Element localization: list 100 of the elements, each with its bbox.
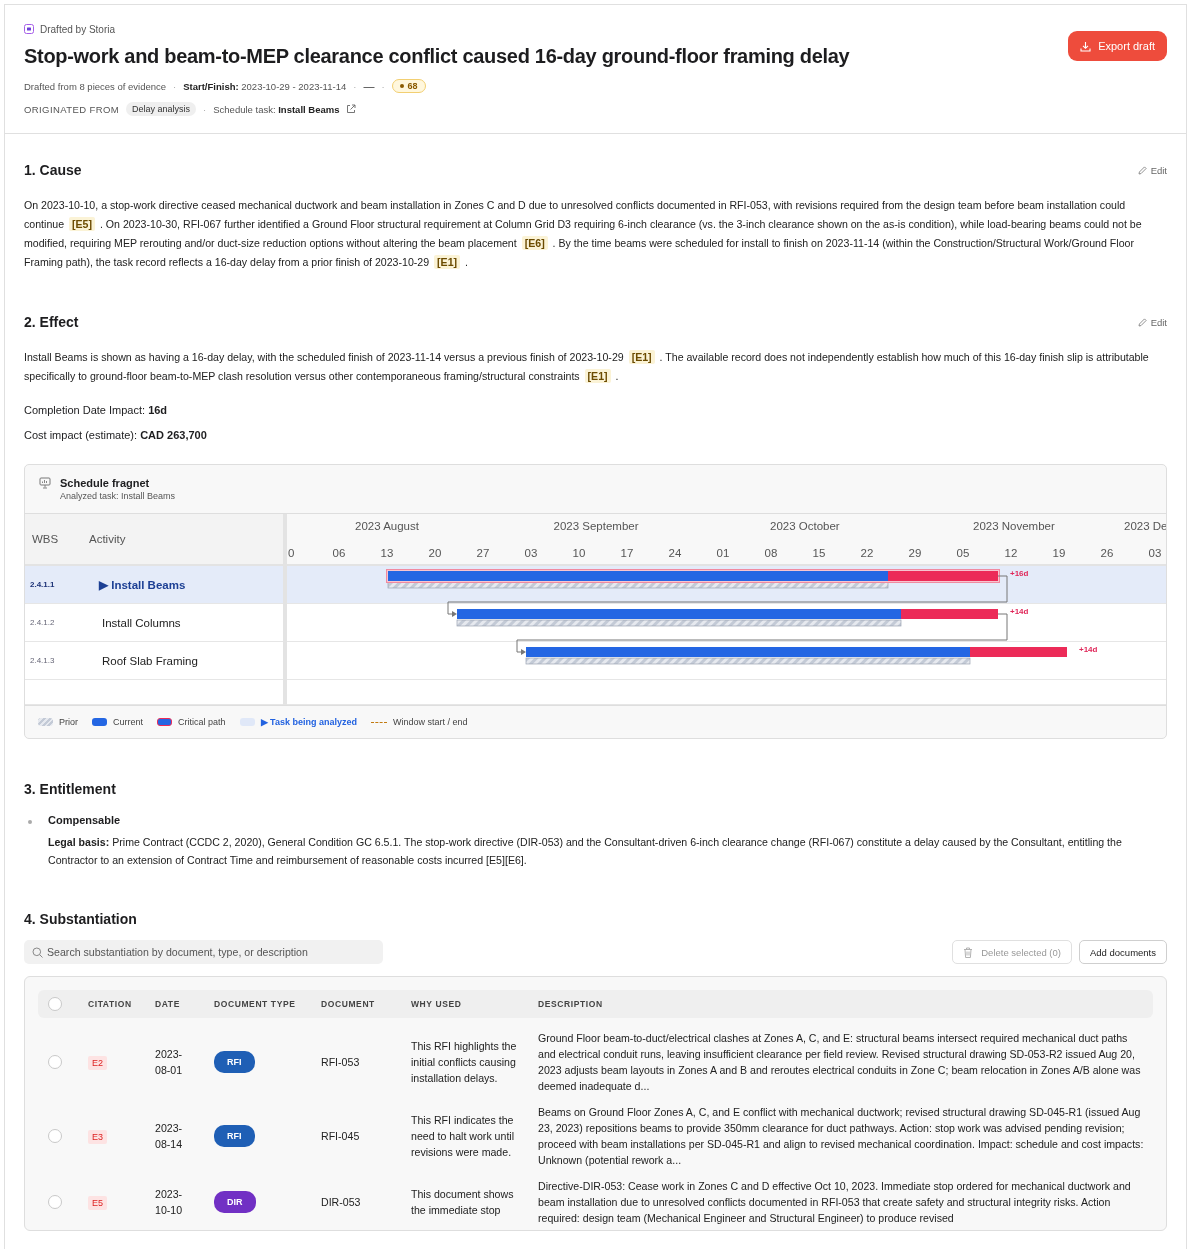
week-label: 03 bbox=[524, 547, 538, 559]
wbs-code: 2.4.1.2 bbox=[29, 618, 56, 627]
activity-name: ▶ Install Beams bbox=[99, 577, 186, 592]
separator-dot: · bbox=[203, 103, 207, 115]
week-label: 01 bbox=[716, 547, 730, 559]
paragraph: Legal basis: Prime Contract (CCDC 2, 2020), General Condition GC 6.5.1. The stop-work directive (DIR-053) and the Consultant-driven 6-inch clearance change (RFI-067) constitute a delay caused by the Consultant, entitling the Contractor to an extension of Contract Time and reimbursement of reasonable costs incurred [E5][E6]. bbox=[48, 835, 1123, 868]
week-label: 0 bbox=[288, 547, 295, 559]
bullet-dot bbox=[28, 820, 32, 824]
month-label: 2023 August bbox=[355, 520, 419, 532]
activity-row[interactable]: 2.4.1.1 ▶ Install Beams bbox=[25, 566, 283, 604]
week-label: 08 bbox=[764, 547, 778, 559]
citation-link[interactable]: [E5] bbox=[69, 217, 95, 231]
separator-dot: · bbox=[353, 80, 357, 92]
score-badge: 68 bbox=[391, 79, 426, 93]
row-checkbox[interactable] bbox=[48, 1055, 62, 1069]
week-label: 29 bbox=[908, 547, 922, 559]
table-cell: Directive-DIR-053: Cease work in Zones C and D effective Oct 10, 2023. Immediate stop ordered for mechanical ductwork and beam installation due to unresolved conflicts documented in RFI-053 that create safety and structural integrity risks. Action required: design team (Mechanical Engineer and Structural Engineer) to produce revised bbox=[538, 1180, 1131, 1224]
row-checkbox[interactable] bbox=[48, 1129, 62, 1143]
source-chip[interactable]: Delay analysis bbox=[126, 102, 197, 116]
impact-line: Cost impact (estimate): CAD 263,700 bbox=[24, 428, 208, 443]
week-label: 17 bbox=[620, 547, 634, 559]
edit-button[interactable]: Edit bbox=[1137, 164, 1167, 176]
week-label: 20 bbox=[428, 547, 442, 559]
table-cell: This document shows the immediate stop bbox=[411, 1188, 514, 1216]
week-label: 27 bbox=[476, 547, 490, 559]
separator-dot: · bbox=[381, 80, 385, 92]
current-swatch bbox=[92, 718, 107, 726]
table-cell: Ground Floor beam-to-duct/electrical clashes at Zones A, C, and E: structural beams intersect required mechanical duct paths and electrical conduit runs, leaving insufficient clearance per field review. Revised structural drawing SD-053-R2 issued Aug 20, 2023 adjusts beam layouts in Zones A and B and reroutes electrical conduits in Zone C; beam relocation in Zones A/B alone was deemed inadequate d... bbox=[538, 1032, 1141, 1092]
week-label: 12 bbox=[1004, 547, 1018, 559]
week-label: 15 bbox=[812, 547, 826, 559]
week-label: 19 bbox=[1052, 547, 1066, 559]
add-documents-button[interactable]: Add documents bbox=[1079, 940, 1167, 964]
download-icon bbox=[1080, 40, 1092, 52]
delay-label: +16d bbox=[1010, 569, 1029, 578]
activity-name: Install Columns bbox=[102, 616, 181, 629]
week-label: 10 bbox=[572, 547, 586, 559]
section-heading: 1. Cause bbox=[24, 162, 82, 178]
citation-link[interactable]: [E1] bbox=[628, 350, 655, 364]
separator-dot: · bbox=[173, 80, 177, 92]
document-type-badge: RFI bbox=[214, 1125, 255, 1147]
delay-label: +14d bbox=[1010, 607, 1029, 616]
trash-icon bbox=[963, 946, 974, 958]
origin-label: ORIGINATED FROM bbox=[24, 103, 120, 115]
citation-link[interactable]: [E1] bbox=[434, 255, 461, 269]
week-label: 03 bbox=[1148, 547, 1162, 559]
table-cell-text: 2023-10-10 bbox=[155, 1187, 184, 1218]
column-header: DATE bbox=[155, 998, 181, 1011]
analyzed-swatch bbox=[239, 718, 255, 726]
week-label: 22 bbox=[860, 547, 874, 559]
paragraph: On 2023-10-10, a stop-work directive ceased mechanical ductwork and beam installation in Zones C and D due to unresolved conflicts documented in RFI-053, with revisions required from the design team before beam installation could continue [E5] . On 2023-10-30, RFI-067 further identified a Ground Floor structural requirement at Column Grid D3 requiring 6-inch clearance (vs. the 3-inch clearance shown on the as-is condition), while load-bearing beams could not be modified, requiring MEP rerouting and/or duct-size reduction options without altering the beam placement [E6] . By the time beams were scheduled for install to finish on 2023-11-14 (within the Construction/Structural Work/Ground Floor Framing path), the task record reflects a 16-day delay from a prior finish of 2023-10-29 [E1] . bbox=[24, 198, 1143, 271]
week-label: 24 bbox=[668, 547, 682, 559]
month-label: 2023 November bbox=[973, 520, 1055, 532]
month-label: 2023 September bbox=[553, 520, 639, 532]
entitlement-title: Compensable bbox=[48, 813, 122, 828]
column-header: CITATION bbox=[88, 998, 133, 1011]
delay-label: +14d bbox=[1079, 645, 1098, 654]
pencil-icon bbox=[1137, 317, 1147, 327]
dashed-line-swatch bbox=[370, 721, 387, 723]
table-cell: RFI-045 bbox=[321, 1130, 360, 1142]
schedule-task-link[interactable]: Schedule task: Install Beams bbox=[213, 103, 340, 115]
document-type-badge: DIR bbox=[214, 1191, 256, 1213]
search-field[interactable]: Search substantiation by document, type, or description bbox=[24, 940, 383, 964]
select-all-checkbox[interactable] bbox=[48, 997, 62, 1011]
page-title: Stop-work and beam-to-MEP clearance conflict caused 16-day ground-floor framing delay bbox=[24, 44, 850, 68]
pencil-icon bbox=[1137, 165, 1147, 175]
legend-label: ▶ Task being analyzed bbox=[260, 717, 357, 727]
column-header: DOCUMENT TYPE bbox=[214, 998, 297, 1011]
section-heading: 2. Effect bbox=[24, 314, 79, 330]
table-cell: Beams on Ground Floor Zones A, C, and E conflict with mechanical ductwork; revised structural drawing SD-045-R1 (issued Aug 23, 2023) repositions beams to provide 350mm clearance for duct pathways. Action: stop work was advised pending revision; proceed with beam installations per SD-045-R1 and align to revised mechanical coordination. Impact: schedule and cost impacts: Unknown (potential rework a... bbox=[538, 1106, 1144, 1166]
activity-name: Roof Slab Framing bbox=[102, 654, 198, 667]
search-icon bbox=[32, 946, 43, 958]
week-label: 13 bbox=[380, 547, 394, 559]
table-cell: This RFI indicates the need to halt work until revisions were made. bbox=[411, 1114, 515, 1158]
week-label: 05 bbox=[956, 547, 970, 559]
paragraph: Install Beams is shown as having a 16-day delay, with the scheduled finish of 2023-11-14 versus a previous finish of 2023-10-29 [E1] . The available record does not independently establish how much of this 16-day finish slip is attributable specifically to ground-floor beam-to-MEP clash resolution versus other contemporaneous framing/structural constraints [E1] . bbox=[24, 349, 1150, 385]
citation-link[interactable]: [E1] bbox=[584, 369, 611, 383]
chart-board-icon bbox=[39, 477, 51, 489]
row-checkbox[interactable] bbox=[48, 1195, 62, 1209]
date-range: Start/Finish: 2023-10-29 - 2023-11-14 bbox=[183, 80, 347, 92]
column-header: WHY USED bbox=[411, 998, 463, 1011]
prior-swatch bbox=[38, 718, 53, 726]
legend-label: Window start / end bbox=[392, 717, 468, 727]
evidence-count: Drafted from 8 pieces of evidence bbox=[24, 80, 167, 92]
column-header: WBS bbox=[31, 533, 60, 545]
export-button[interactable]: Export draft bbox=[1068, 31, 1167, 61]
card-title: Schedule fragnet bbox=[60, 476, 151, 490]
legend-label: Critical path bbox=[178, 717, 226, 727]
impact-line: Completion Date Impact: 16d bbox=[24, 403, 169, 418]
edit-button[interactable]: Edit bbox=[1137, 316, 1167, 328]
week-label: 06 bbox=[332, 547, 346, 559]
citation-link[interactable]: [E6] bbox=[521, 236, 548, 250]
week-label: 26 bbox=[1100, 547, 1114, 559]
table-cell: DIR-053 bbox=[321, 1196, 361, 1208]
card-subtitle: Analyzed task: Install Beams bbox=[60, 490, 176, 503]
column-header: Activity bbox=[89, 533, 126, 545]
column-header: DOCUMENT bbox=[321, 998, 376, 1011]
month-label: 2023 October bbox=[770, 520, 840, 532]
critical-swatch bbox=[157, 718, 173, 726]
citation-tag: E3 bbox=[88, 1129, 107, 1144]
dash-text: — bbox=[363, 80, 375, 92]
